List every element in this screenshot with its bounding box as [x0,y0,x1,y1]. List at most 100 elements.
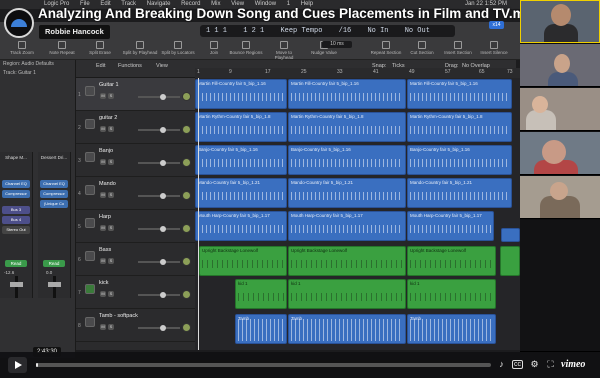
fader-cap[interactable] [48,282,61,287]
audio-region[interactable] [501,228,520,242]
audio-region[interactable]: Martin Fill-Country fair 5_bip_1.16 [407,79,512,109]
midi-region[interactable]: Upright Backstage Lonewolf [199,246,287,276]
view-menu[interactable]: View [156,63,168,69]
track-name[interactable]: Mando [99,181,116,187]
solo-button[interactable]: S [108,291,114,297]
mute-button[interactable]: M [100,225,106,231]
track-volume-slider[interactable] [138,127,180,133]
repeat-section-button[interactable]: Repeat Section [368,38,404,60]
functions-menu[interactable]: Functions [118,63,142,69]
track-name[interactable]: kick [99,280,108,286]
mute-button[interactable]: M [100,159,106,165]
midi-region[interactable] [500,246,520,276]
midi-region[interactable]: kid 1 [235,279,287,309]
fullscreen-icon[interactable]: ⛶ [545,359,556,370]
track-volume-slider[interactable] [138,160,180,166]
play-button[interactable] [8,357,27,373]
webcam-tile[interactable] [520,0,600,43]
edit-menu[interactable]: Edit [96,63,105,69]
channel-name[interactable]: Robbie Hancock [39,25,110,39]
captions-icon[interactable]: cc [512,360,523,369]
mute-button[interactable]: M [100,291,106,297]
fader-cap[interactable] [10,282,23,287]
webcam-tile[interactable] [520,44,600,87]
slider-handle[interactable] [160,193,166,199]
join-button[interactable]: Join [196,38,232,60]
pan-knob[interactable] [182,125,191,134]
bounce-regions-button[interactable]: Bounce Regions [228,38,264,60]
mute-button[interactable]: M [100,192,106,198]
audio-region[interactable]: Mando-Country fair 5_bip_1.21 [195,178,287,208]
mute-button[interactable]: M [100,93,106,99]
solo-button[interactable]: S [108,258,114,264]
pan-knob[interactable] [182,290,191,299]
output-slot[interactable]: Stereo Out [2,226,30,234]
audio-region[interactable]: Mouth Harp-Country fair 5_bip_1.17 [195,211,287,241]
plugin-slot[interactable]: (Unique Co [40,200,68,208]
lcd-out[interactable]: No Out [405,27,430,35]
solo-button[interactable]: S [108,192,114,198]
audio-region[interactable]: Banjo-Country fair 5_bip_1.16 [288,145,406,175]
track-header-tamb[interactable]: 8 Tamb - softpack MS [76,309,195,342]
midi-region[interactable]: kid 1 [288,279,406,309]
bar-ruler[interactable]: 1 9 17 25 33 41 49 57 65 73 [195,68,520,78]
settings-gear-icon[interactable]: ⚙ [529,359,540,370]
track-header-kick[interactable]: 7 kick MS [76,276,195,309]
pan-knob[interactable] [182,158,191,167]
move-to-playhead-button[interactable]: Move to Playhead [266,38,302,60]
track-name[interactable]: Tamb - softpack [99,313,138,319]
cut-section-button[interactable]: Cut Section [404,38,440,60]
audio-region[interactable]: Martin Rythm-Country fair 5_bip_1.8 [288,112,406,142]
slider-handle[interactable] [160,160,166,166]
track-volume-slider[interactable] [138,325,180,331]
audio-region[interactable]: Tamb [288,314,406,344]
track-name[interactable]: Harp [99,214,111,220]
track-header-bass[interactable]: 6 Bass MS [76,243,195,276]
mute-button[interactable]: M [100,324,106,330]
audio-region[interactable]: Martin Fill-Country fair 5_bip_1.16 [195,79,287,109]
audio-region[interactable]: Mando-Country fair 5_bip_1.21 [288,178,406,208]
strip-name[interactable]: Shape M... [0,155,32,160]
plugin-slot[interactable]: Channel EQ [40,180,68,188]
volume-icon[interactable]: ♪ [496,359,507,370]
volume-fader[interactable] [10,276,23,298]
track-volume-slider[interactable] [138,94,180,100]
progress-bar[interactable] [36,363,491,367]
track-name[interactable]: Guitar 1 [99,82,119,88]
automation-mode[interactable]: Read [43,260,65,267]
audio-region[interactable]: Mouth Harp-Country fair 5_bip_1.17 [288,211,406,241]
track-inspector-label[interactable]: Track: Guitar 1 [3,70,36,76]
arrange-area[interactable]: Martin Fill-Country fair 5_bip_1.16 Mart… [195,78,520,350]
solo-button[interactable]: S [108,225,114,231]
webcam-tile[interactable] [520,176,600,219]
track-volume-slider[interactable] [138,226,180,232]
audio-region[interactable]: Martin Rythm-Country fair 5_bip_1.8 [195,112,287,142]
mute-button[interactable]: M [100,258,106,264]
audio-region[interactable]: Mouth Harp-Country fair 5_bip_1.17 [407,211,494,241]
plugin-slot[interactable]: Channel EQ [2,180,30,188]
split-erase-button[interactable]: Split Erase [82,38,118,60]
track-header-harp[interactable]: 5 Harp MS [76,210,195,243]
solo-button[interactable]: S [108,159,114,165]
track-name[interactable]: Bass [99,247,111,253]
pan-knob[interactable] [182,257,191,266]
vimeo-logo[interactable]: vimeo [561,359,585,370]
slider-handle[interactable] [160,292,166,298]
send-slot[interactable]: Bus 4 [2,216,30,224]
plugin-slot[interactable]: Compressor [40,190,68,198]
track-volume-slider[interactable] [138,193,180,199]
strip-name[interactable]: Dessert Dri... [38,155,70,160]
pan-knob[interactable] [182,224,191,233]
playhead[interactable] [198,78,199,350]
track-header-banjo[interactable]: 3 Banjo MS [76,144,195,177]
webcam-tile[interactable] [520,88,600,131]
region-inspector-label[interactable]: Region: Audio Defaults [3,61,54,67]
send-slot[interactable]: Bus 3 [2,206,30,214]
track-header-guitar-2[interactable]: 2 guitar 2 MS [76,111,195,144]
lcd-tempo-mode[interactable]: Keep Tempo [280,27,322,35]
midi-region[interactable]: Upright Backstage Lonewolf [407,246,496,276]
nudge-value-display[interactable]: 10 ms [322,41,352,48]
pan-knob[interactable] [182,92,191,101]
audio-region[interactable]: Martin Fill-Country fair 5_bip_1.16 [288,79,406,109]
automation-mode[interactable]: Read [5,260,27,267]
